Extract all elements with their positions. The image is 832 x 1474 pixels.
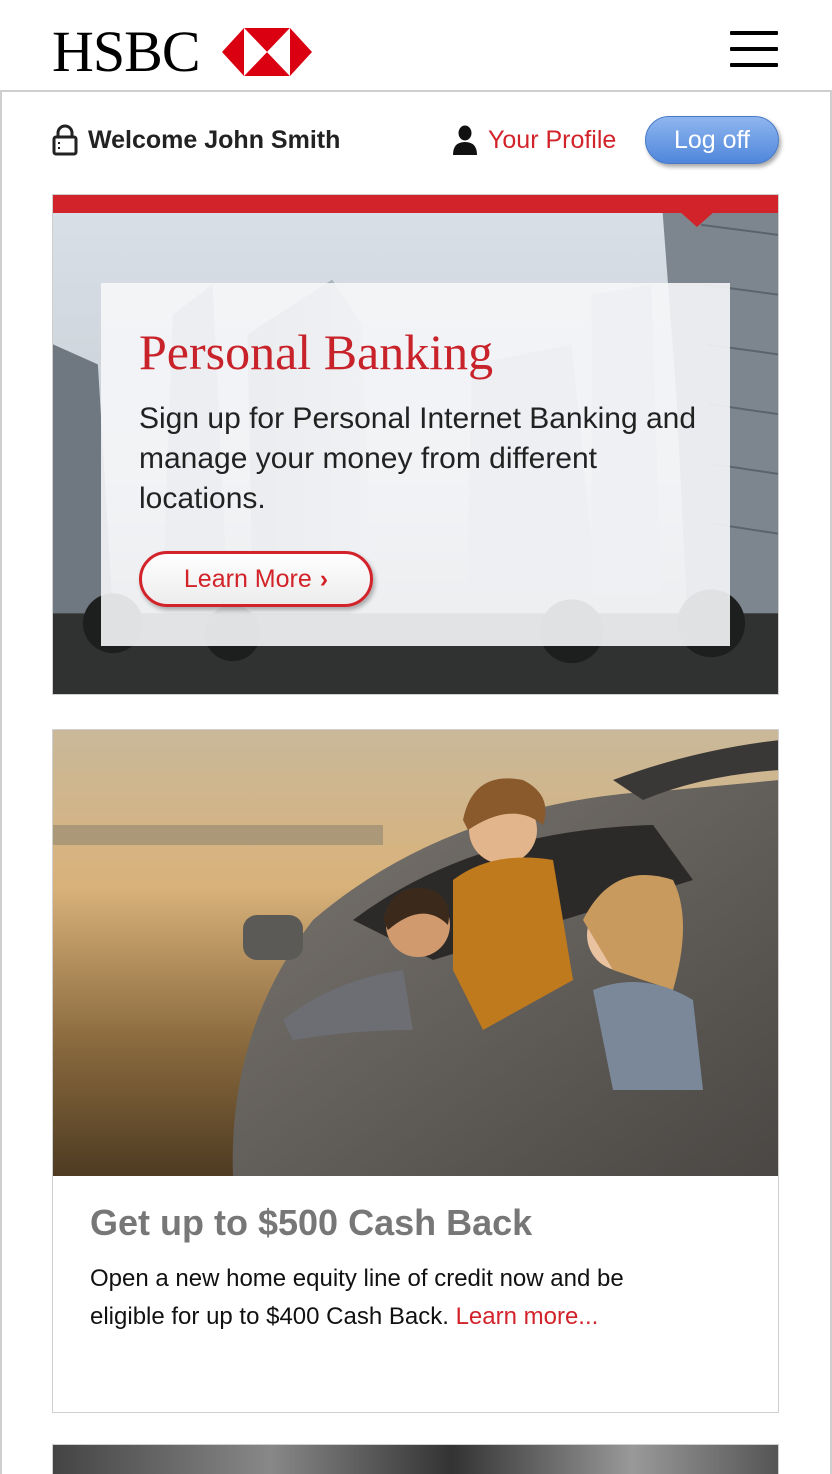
hero-content-panel: Personal Banking Sign up for Personal In… <box>101 283 730 646</box>
person-icon <box>453 125 477 155</box>
next-promo-card <box>52 1444 779 1474</box>
site-header: HSBC <box>0 0 832 92</box>
menu-bar <box>730 63 778 67</box>
hero-description: Sign up for Personal Internet Banking an… <box>139 402 697 515</box>
your-profile-label: Your Profile <box>488 125 617 154</box>
hamburger-menu-icon[interactable] <box>730 30 780 70</box>
menu-bar <box>730 47 778 51</box>
cash-back-promo-card: Get up to $500 Cash Back Open a new home… <box>52 729 779 1413</box>
promo-title: Get up to $500 Cash Back <box>90 1202 533 1243</box>
hsbc-hexagon-logo-icon[interactable] <box>222 28 312 76</box>
hero-notch <box>679 211 715 227</box>
lock-icon <box>52 124 78 156</box>
chevron-right-icon: › <box>319 564 329 593</box>
log-off-button[interactable]: Log off <box>645 116 779 164</box>
hero-red-stripe <box>53 195 778 213</box>
learn-more-link[interactable]: Learn more... <box>456 1303 599 1330</box>
learn-more-button[interactable]: Learn More › <box>139 551 373 607</box>
your-profile-link[interactable]: Your Profile <box>452 120 616 160</box>
menu-bar <box>730 31 778 35</box>
welcome-message: Welcome John Smith <box>52 120 340 160</box>
hsbc-logo-text[interactable]: HSBC <box>52 22 201 82</box>
learn-more-label: Learn More <box>183 564 312 593</box>
promo-description: Open a new home equity line of credit no… <box>90 1260 690 1336</box>
family-in-car-image <box>53 730 778 1176</box>
personal-banking-banner: Personal Banking Sign up for Personal In… <box>52 194 779 695</box>
hero-title: Personal Banking <box>139 324 494 380</box>
welcome-text: Welcome John Smith <box>88 125 341 154</box>
